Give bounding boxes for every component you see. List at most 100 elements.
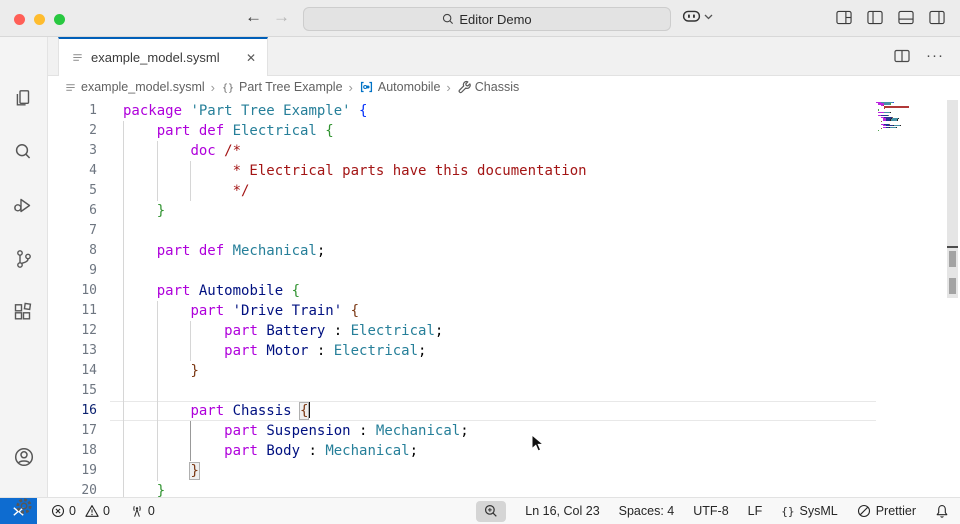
back-icon[interactable]: ← (245, 7, 262, 27)
maximize-window-button[interactable] (54, 14, 65, 25)
indent-guide (123, 381, 124, 401)
code-line-text: } (123, 361, 199, 381)
code-line[interactable]: 17 part Suspension : Mechanical; (48, 421, 960, 441)
line-number[interactable]: 17 (48, 421, 97, 441)
tab-example-model[interactable]: example_model.sysml ✕ (58, 37, 268, 76)
close-window-button[interactable] (14, 14, 25, 25)
split-editor-icon[interactable] (894, 49, 910, 63)
code-line[interactable]: 19 } (48, 461, 960, 481)
line-number[interactable]: 7 (48, 221, 97, 241)
command-center-search[interactable]: Editor Demo (303, 7, 671, 31)
code-line[interactable]: 14 } (48, 361, 960, 381)
sidebar-item-extensions[interactable] (12, 301, 36, 325)
toggle-primary-sidebar-icon[interactable] (867, 10, 883, 25)
indentation-setting[interactable]: Spaces: 4 (619, 504, 675, 518)
sidebar-item-source-control[interactable] (12, 248, 36, 272)
account-button[interactable] (12, 445, 36, 469)
copilot-icon (682, 9, 701, 24)
zoom-button[interactable] (476, 501, 506, 522)
token-doc: */ (233, 183, 250, 199)
code-line[interactable]: 20 } (48, 481, 960, 497)
line-number[interactable]: 2 (48, 121, 97, 141)
line-number[interactable]: 8 (48, 241, 97, 261)
token-ty: Electrical (334, 343, 418, 359)
line-number[interactable]: 14 (48, 361, 97, 381)
sidebar-item-explorer[interactable] (12, 88, 36, 112)
code-line[interactable]: 18 part Body : Mechanical; (48, 441, 960, 461)
code-line[interactable]: 8 part def Mechanical; (48, 241, 960, 261)
line-number[interactable]: 12 (48, 321, 97, 341)
encoding-setting[interactable]: UTF-8 (693, 504, 728, 518)
line-number[interactable]: 18 (48, 441, 97, 461)
breadcrumb-item[interactable]: {}Part Tree Example (221, 80, 343, 94)
bell-icon[interactable] (935, 504, 949, 519)
code-line[interactable]: 12 part Battery : Electrical; (48, 321, 960, 341)
code-line[interactable]: 6 } (48, 201, 960, 221)
line-number[interactable]: 9 (48, 261, 97, 281)
forward-icon[interactable]: → (273, 7, 290, 27)
code-line[interactable]: 5 */ (48, 181, 960, 201)
code-editor[interactable]: 1package 'Part Tree Example' {2 part def… (48, 98, 960, 497)
code-line[interactable]: 1package 'Part Tree Example' { (48, 101, 960, 121)
code-line[interactable]: 15 (48, 381, 960, 401)
token-kw: part (224, 423, 266, 439)
copilot-menu-button[interactable] (682, 9, 713, 24)
token-us: Suspension (266, 423, 359, 439)
language-mode[interactable]: {} SysML (781, 504, 837, 518)
indent-guide (157, 381, 158, 401)
toggle-panel-icon[interactable] (898, 10, 914, 25)
minimap[interactable] (876, 102, 942, 162)
sidebar-item-search[interactable] (12, 141, 36, 165)
problems-indicator[interactable]: 0 0 (51, 504, 110, 518)
breadcrumb-item[interactable]: Chassis (457, 80, 519, 94)
code-line[interactable]: 13 part Motor : Electrical; (48, 341, 960, 361)
code-line[interactable]: 11 part 'Drive Train' { (48, 301, 960, 321)
vertical-scrollbar[interactable] (946, 98, 959, 497)
line-number[interactable]: 20 (48, 481, 97, 497)
scrollbar-thumb[interactable] (947, 100, 958, 298)
error-icon (51, 504, 65, 518)
code-line-text: part Battery : Electrical; (123, 321, 443, 341)
line-number[interactable]: 3 (48, 141, 97, 161)
line-number[interactable]: 1 (48, 101, 97, 121)
token-ty: Electrical (233, 123, 326, 139)
file-icon (71, 51, 84, 64)
line-number[interactable]: 11 (48, 301, 97, 321)
sidebar-item-run-debug[interactable] (12, 195, 36, 219)
toggle-secondary-sidebar-icon[interactable] (929, 10, 945, 25)
cursor-position[interactable]: Ln 16, Col 23 (525, 504, 599, 518)
ports-indicator[interactable]: 0 (130, 504, 155, 518)
breadcrumb-item[interactable]: Automobile (359, 80, 441, 94)
code-line-text: part 'Drive Train' { (123, 301, 359, 321)
radio-tower-icon (130, 504, 144, 518)
code-line[interactable]: 10 part Automobile { (48, 281, 960, 301)
line-number[interactable]: 13 (48, 341, 97, 361)
line-number[interactable]: 5 (48, 181, 97, 201)
line-number[interactable]: 15 (48, 381, 97, 401)
code-line[interactable]: 7 (48, 221, 960, 241)
breadcrumb-separator: › (347, 80, 355, 95)
more-actions-icon[interactable]: ··· (926, 51, 944, 61)
indent-guide (123, 221, 124, 241)
breadcrumb-item[interactable]: example_model.sysml (64, 80, 205, 94)
code-line[interactable]: 9 (48, 261, 960, 281)
line-number[interactable]: 19 (48, 461, 97, 481)
line-number[interactable]: 10 (48, 281, 97, 301)
line-number[interactable]: 6 (48, 201, 97, 221)
code-line[interactable]: 2 part def Electrical { (48, 121, 960, 141)
eol-setting[interactable]: LF (748, 504, 763, 518)
customize-layout-icon[interactable] (836, 10, 852, 25)
code-line-text: doc /* (123, 141, 241, 161)
token-kw: part (157, 283, 199, 299)
minimize-window-button[interactable] (34, 14, 45, 25)
settings-button[interactable] (12, 494, 36, 518)
token-ty: Mechanical (376, 423, 460, 439)
line-number[interactable]: 16 (48, 401, 97, 421)
line-number[interactable]: 4 (48, 161, 97, 181)
code-line[interactable]: 16 part Chassis { (48, 401, 960, 421)
code-line[interactable]: 4 * Electrical parts have this documenta… (48, 161, 960, 181)
breadcrumb: example_model.sysml›{}Part Tree Example›… (48, 76, 960, 98)
code-line[interactable]: 3 doc /* (48, 141, 960, 161)
close-icon[interactable]: ✕ (243, 50, 259, 66)
formatter-status[interactable]: Prettier (857, 504, 916, 518)
